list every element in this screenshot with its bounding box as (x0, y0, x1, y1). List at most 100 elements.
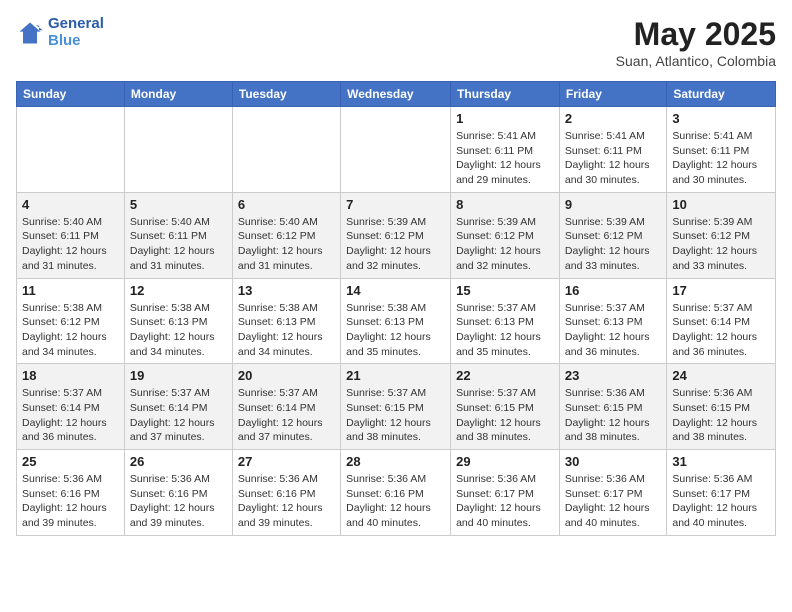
day-number: 19 (130, 368, 227, 383)
day-number: 30 (565, 454, 661, 469)
calendar-cell: 10 Sunrise: 5:39 AM Sunset: 6:12 PM Dayli… (667, 192, 776, 278)
calendar-cell: 25 Sunrise: 5:36 AM Sunset: 6:16 PM Dayli… (17, 450, 125, 536)
calendar-week-row: 25 Sunrise: 5:36 AM Sunset: 6:16 PM Dayli… (17, 450, 776, 536)
day-info: Sunrise: 5:39 AM Sunset: 6:12 PM Dayligh… (565, 215, 661, 274)
logo-icon (16, 19, 44, 47)
calendar-cell: 13 Sunrise: 5:38 AM Sunset: 6:13 PM Dayli… (232, 278, 340, 364)
header-saturday: Saturday (667, 82, 776, 107)
day-number: 16 (565, 283, 661, 298)
day-number: 7 (346, 197, 445, 212)
day-info: Sunrise: 5:36 AM Sunset: 6:16 PM Dayligh… (238, 472, 335, 531)
calendar-week-row: 18 Sunrise: 5:37 AM Sunset: 6:14 PM Dayli… (17, 364, 776, 450)
day-info: Sunrise: 5:36 AM Sunset: 6:15 PM Dayligh… (672, 386, 770, 445)
calendar-cell: 2 Sunrise: 5:41 AM Sunset: 6:11 PM Daylig… (559, 107, 666, 193)
calendar-cell: 31Sunrise: 5:36 AM Sunset: 6:17 PM Dayli… (667, 450, 776, 536)
day-number: 29 (456, 454, 554, 469)
header-wednesday: Wednesday (341, 82, 451, 107)
calendar-week-row: 1 Sunrise: 5:41 AM Sunset: 6:11 PM Daylig… (17, 107, 776, 193)
calendar-cell (341, 107, 451, 193)
day-info: Sunrise: 5:37 AM Sunset: 6:13 PM Dayligh… (456, 301, 554, 360)
day-number: 13 (238, 283, 335, 298)
day-info: Sunrise: 5:41 AM Sunset: 6:11 PM Dayligh… (456, 129, 554, 188)
calendar-cell: 22 Sunrise: 5:37 AM Sunset: 6:15 PM Dayli… (451, 364, 560, 450)
day-info: Sunrise: 5:37 AM Sunset: 6:14 PM Dayligh… (672, 301, 770, 360)
calendar-cell (17, 107, 125, 193)
day-info: Sunrise: 5:36 AM Sunset: 6:16 PM Dayligh… (22, 472, 119, 531)
day-number: 5 (130, 197, 227, 212)
day-number: 18 (22, 368, 119, 383)
day-info: Sunrise: 5:37 AM Sunset: 6:15 PM Dayligh… (346, 386, 445, 445)
day-info: Sunrise: 5:36 AM Sunset: 6:16 PM Dayligh… (346, 472, 445, 531)
day-info: Sunrise: 5:36 AM Sunset: 6:15 PM Dayligh… (565, 386, 661, 445)
calendar-cell: 18 Sunrise: 5:37 AM Sunset: 6:14 PM Dayli… (17, 364, 125, 450)
day-number: 14 (346, 283, 445, 298)
calendar-cell: 5 Sunrise: 5:40 AM Sunset: 6:11 PM Daylig… (124, 192, 232, 278)
day-info: Sunrise: 5:39 AM Sunset: 6:12 PM Dayligh… (456, 215, 554, 274)
day-number: 12 (130, 283, 227, 298)
calendar-cell: 28 Sunrise: 5:36 AM Sunset: 6:16 PM Dayli… (341, 450, 451, 536)
calendar-cell: 4Sunrise: 5:40 AM Sunset: 6:11 PM Daylig… (17, 192, 125, 278)
day-info: Sunrise: 5:38 AM Sunset: 6:13 PM Dayligh… (130, 301, 227, 360)
calendar-cell: 19 Sunrise: 5:37 AM Sunset: 6:14 PM Dayli… (124, 364, 232, 450)
day-number: 8 (456, 197, 554, 212)
calendar-table: SundayMondayTuesdayWednesdayThursdayFrid… (16, 81, 776, 536)
day-number: 1 (456, 111, 554, 126)
day-number: 17 (672, 283, 770, 298)
calendar-cell: 8 Sunrise: 5:39 AM Sunset: 6:12 PM Daylig… (451, 192, 560, 278)
calendar-cell: 26 Sunrise: 5:36 AM Sunset: 6:16 PM Dayli… (124, 450, 232, 536)
day-info: Sunrise: 5:36 AM Sunset: 6:17 PM Dayligh… (565, 472, 661, 531)
day-number: 21 (346, 368, 445, 383)
day-number: 22 (456, 368, 554, 383)
day-info: Sunrise: 5:41 AM Sunset: 6:11 PM Dayligh… (565, 129, 661, 188)
logo: General Blue (16, 16, 104, 49)
day-info: Sunrise: 5:38 AM Sunset: 6:13 PM Dayligh… (238, 301, 335, 360)
day-info: Sunrise: 5:38 AM Sunset: 6:13 PM Dayligh… (346, 301, 445, 360)
calendar-cell: 20 Sunrise: 5:37 AM Sunset: 6:14 PM Dayli… (232, 364, 340, 450)
logo-text: General Blue (48, 16, 104, 49)
calendar-cell: 17 Sunrise: 5:37 AM Sunset: 6:14 PM Dayli… (667, 278, 776, 364)
calendar-cell: 30 Sunrise: 5:36 AM Sunset: 6:17 PM Dayli… (559, 450, 666, 536)
title-block: May 2025 Suan, Atlantico, Colombia (616, 16, 776, 69)
day-info: Sunrise: 5:39 AM Sunset: 6:12 PM Dayligh… (346, 215, 445, 274)
day-number: 27 (238, 454, 335, 469)
day-info: Sunrise: 5:37 AM Sunset: 6:14 PM Dayligh… (22, 386, 119, 445)
day-number: 31 (672, 454, 770, 469)
day-info: Sunrise: 5:40 AM Sunset: 6:12 PM Dayligh… (238, 215, 335, 274)
calendar-cell: 1 Sunrise: 5:41 AM Sunset: 6:11 PM Daylig… (451, 107, 560, 193)
calendar-cell: 21 Sunrise: 5:37 AM Sunset: 6:15 PM Dayli… (341, 364, 451, 450)
calendar-cell: 12 Sunrise: 5:38 AM Sunset: 6:13 PM Dayli… (124, 278, 232, 364)
header-sunday: Sunday (17, 82, 125, 107)
day-info: Sunrise: 5:40 AM Sunset: 6:11 PM Dayligh… (130, 215, 227, 274)
calendar-cell: 11Sunrise: 5:38 AM Sunset: 6:12 PM Dayli… (17, 278, 125, 364)
day-number: 6 (238, 197, 335, 212)
day-number: 26 (130, 454, 227, 469)
calendar-cell: 23 Sunrise: 5:36 AM Sunset: 6:15 PM Dayli… (559, 364, 666, 450)
day-info: Sunrise: 5:41 AM Sunset: 6:11 PM Dayligh… (672, 129, 770, 188)
calendar-cell: 16 Sunrise: 5:37 AM Sunset: 6:13 PM Dayli… (559, 278, 666, 364)
day-info: Sunrise: 5:36 AM Sunset: 6:16 PM Dayligh… (130, 472, 227, 531)
page-header: General Blue May 2025 Suan, Atlantico, C… (16, 16, 776, 69)
day-info: Sunrise: 5:37 AM Sunset: 6:14 PM Dayligh… (130, 386, 227, 445)
day-number: 15 (456, 283, 554, 298)
day-info: Sunrise: 5:39 AM Sunset: 6:12 PM Dayligh… (672, 215, 770, 274)
day-number: 11 (22, 283, 119, 298)
day-info: Sunrise: 5:36 AM Sunset: 6:17 PM Dayligh… (456, 472, 554, 531)
day-info: Sunrise: 5:37 AM Sunset: 6:13 PM Dayligh… (565, 301, 661, 360)
day-number: 23 (565, 368, 661, 383)
day-info: Sunrise: 5:37 AM Sunset: 6:15 PM Dayligh… (456, 386, 554, 445)
header-thursday: Thursday (451, 82, 560, 107)
day-number: 24 (672, 368, 770, 383)
calendar-cell (124, 107, 232, 193)
day-info: Sunrise: 5:37 AM Sunset: 6:14 PM Dayligh… (238, 386, 335, 445)
calendar-cell: 14 Sunrise: 5:38 AM Sunset: 6:13 PM Dayli… (341, 278, 451, 364)
calendar-cell: 29 Sunrise: 5:36 AM Sunset: 6:17 PM Dayli… (451, 450, 560, 536)
month-year: May 2025 (616, 16, 776, 53)
header-friday: Friday (559, 82, 666, 107)
day-number: 25 (22, 454, 119, 469)
day-number: 28 (346, 454, 445, 469)
calendar-cell: 24 Sunrise: 5:36 AM Sunset: 6:15 PM Dayli… (667, 364, 776, 450)
day-number: 10 (672, 197, 770, 212)
day-number: 20 (238, 368, 335, 383)
day-number: 2 (565, 111, 661, 126)
calendar-cell: 7 Sunrise: 5:39 AM Sunset: 6:12 PM Daylig… (341, 192, 451, 278)
